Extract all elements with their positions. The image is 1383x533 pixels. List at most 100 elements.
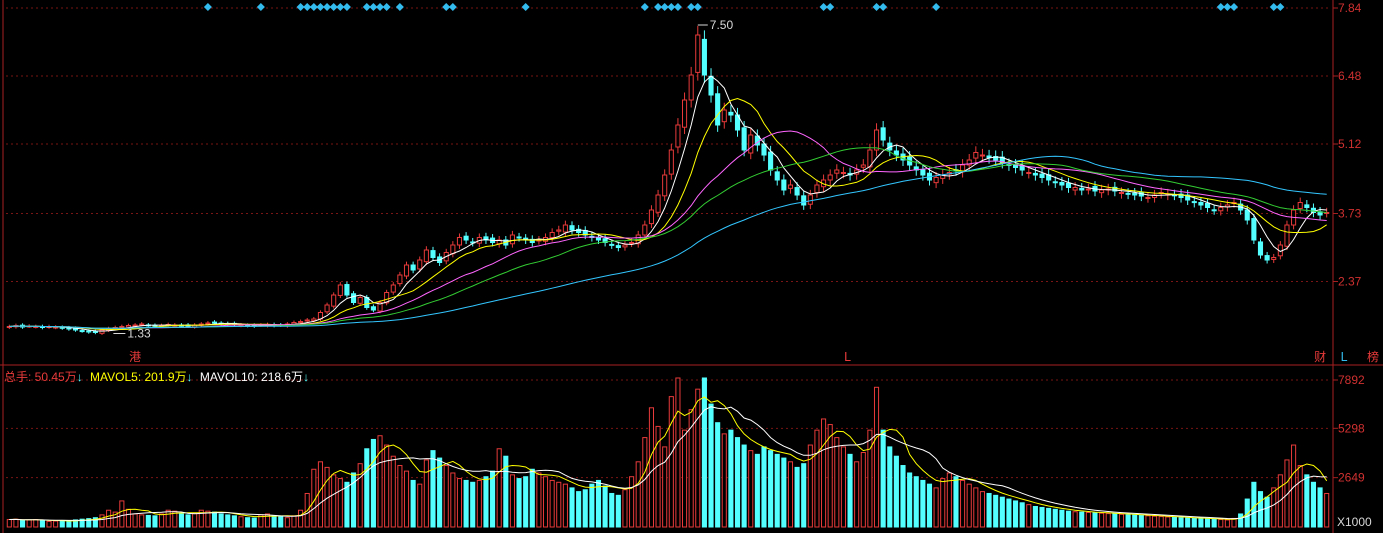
volume-bar-down — [185, 514, 191, 528]
candle-up — [390, 284, 396, 293]
volume-bar-down — [529, 468, 535, 528]
volume-bar-down — [1079, 511, 1085, 528]
volume-bar-up — [337, 478, 343, 528]
price-ma5-line — [9, 75, 1327, 332]
candle-up — [549, 232, 555, 238]
event-marker: 榜 — [1367, 349, 1379, 364]
candle-up — [748, 134, 754, 154]
candle-up — [99, 329, 105, 334]
price-ma20-line — [9, 130, 1327, 329]
volume-bar-down — [1065, 510, 1072, 528]
volume-bar-up — [695, 388, 701, 528]
kline-chart-svg[interactable]: 7.84 6.48 5.12 3.73 2.37 7892 5298 2649 X1000 7.5… — [0, 0, 1383, 533]
candle-up — [1072, 187, 1078, 191]
candle-down — [1257, 241, 1264, 256]
candle-down — [609, 243, 615, 246]
volume-bar-down — [19, 519, 26, 528]
candle-up — [840, 172, 846, 174]
volume-bar-up — [1118, 513, 1125, 528]
volume-bar-down — [1019, 502, 1025, 528]
candle-down — [344, 284, 350, 296]
candle-down — [1198, 202, 1204, 206]
volume-bar-down — [1191, 517, 1197, 528]
signal-diamond-icon — [395, 3, 404, 11]
volume-bar-down — [145, 514, 151, 528]
mavol10-line — [9, 406, 1327, 521]
volume-bar-down — [483, 476, 489, 528]
price-tick-label: 6.48 — [1338, 69, 1362, 83]
volume-bar-down — [986, 492, 992, 528]
volume-bar-down — [1012, 500, 1019, 528]
volume-bar-down — [245, 517, 251, 528]
volume-bar-up — [940, 478, 946, 528]
volume-bar-up — [456, 478, 463, 528]
volume-bar-down — [225, 514, 231, 528]
candle-down — [1251, 218, 1257, 241]
volume-bar-down — [1198, 518, 1204, 528]
volume-bar-up — [1271, 487, 1277, 528]
total-volume-arrow: ↓ — [76, 370, 83, 384]
volume-bar-up — [562, 483, 568, 528]
volume-bar-down — [470, 481, 476, 528]
volume-bar-up — [787, 461, 794, 528]
price-ma10-line — [9, 97, 1327, 331]
candle-up — [681, 99, 688, 128]
volume-bar-up — [238, 516, 244, 528]
candle-up — [662, 174, 668, 197]
candle-down — [1264, 255, 1270, 261]
candle-up — [642, 224, 648, 236]
volume-bar-up — [450, 472, 456, 528]
candle-down — [516, 236, 522, 239]
candle-down — [708, 75, 714, 96]
price-ma30-line — [9, 147, 1327, 329]
candle-up — [787, 184, 794, 189]
volume-bar-down — [1039, 506, 1045, 528]
candle-up — [933, 177, 939, 184]
volume-bar-up — [748, 450, 754, 528]
volume-bar-down — [251, 517, 257, 528]
volume-bar-up — [642, 437, 648, 528]
volume-bar-up — [648, 407, 655, 528]
volume-bar-down — [278, 516, 284, 528]
volume-bar-up — [331, 474, 337, 528]
candle-up — [417, 259, 423, 270]
volume-bar-up — [860, 451, 866, 528]
candle-up — [1099, 189, 1105, 194]
volume-bar-up — [635, 461, 641, 528]
volume-bar-up — [854, 461, 860, 528]
volume-bar-down — [880, 429, 886, 528]
volume-bar-up — [536, 472, 542, 528]
volume-bar-up — [13, 518, 19, 528]
volume-bar-up — [814, 429, 820, 528]
candle-down — [715, 93, 721, 126]
candle-up — [205, 322, 211, 325]
volume-bar-up — [423, 459, 429, 528]
volume-bar-up — [417, 483, 423, 528]
volume-bar-down — [430, 450, 436, 528]
volume-bar-down — [1185, 517, 1191, 528]
volume-bar-up — [629, 476, 635, 528]
candle-down — [1039, 173, 1045, 179]
volume-bar-down — [582, 489, 588, 528]
candle-down — [761, 143, 767, 156]
volume-bar-up — [1297, 465, 1303, 528]
candle-down — [79, 330, 85, 333]
volume-bar-down — [1006, 498, 1012, 528]
candle-down — [728, 111, 734, 116]
candle-up — [1085, 188, 1091, 191]
volume-bar-up — [476, 479, 482, 528]
candle-down — [410, 264, 416, 271]
volume-bar-up — [125, 508, 132, 528]
candle-up — [1271, 257, 1277, 260]
signal-diamond-icon — [382, 3, 391, 11]
candle-down — [781, 179, 787, 191]
candle-up — [807, 194, 813, 205]
candle-down — [86, 330, 92, 333]
signal-diamond-icon — [640, 3, 649, 11]
volume-bar-up — [556, 481, 562, 528]
volume-bar-down — [152, 515, 158, 528]
volume-bar-up — [821, 418, 827, 528]
volume-bar-down — [59, 519, 65, 528]
signal-diamond-icon — [673, 3, 682, 11]
mavol5-label: MAVOL5: 201.9万 — [90, 370, 187, 384]
